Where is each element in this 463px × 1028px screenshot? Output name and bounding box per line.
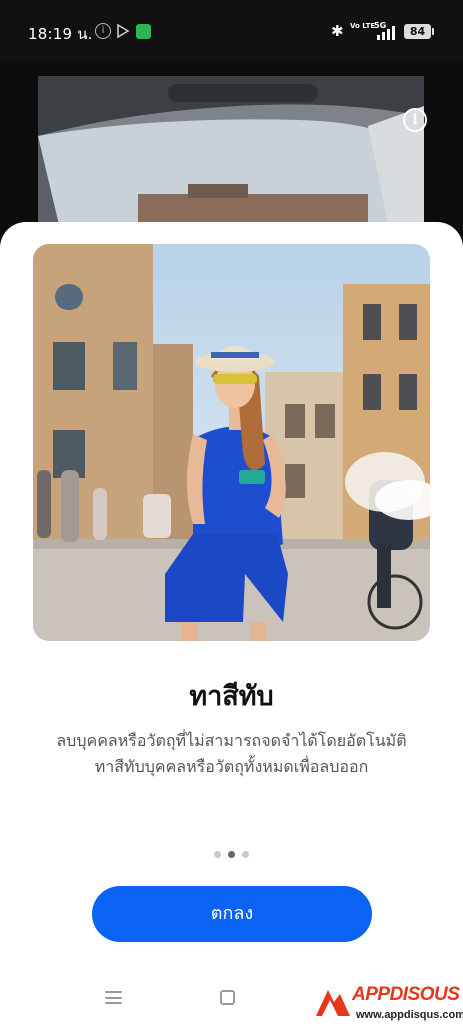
play-store-icon [117,23,130,39]
status-time: 18:19 น. [28,25,93,43]
appdisqus-logo-icon [316,990,350,1016]
status-bar: 18:19 น. i ✱ Vo LTE 5G 84 [0,0,463,62]
battery-indicator: 84 [404,24,434,39]
watermark: APPDISOUS www.appdisqus.com [312,984,463,1024]
watermark-brand: APPDISOUS [352,984,460,1005]
info-button[interactable]: i [403,108,427,132]
network-type-label: 5G [374,21,386,30]
watermark-url: www.appdisqus.com [356,1009,463,1021]
intro-sheet: ทาสีทับ ลบบุคคลหรือวัตถุที่ไม่สามารถจดจำ… [0,222,463,1028]
ok-button[interactable]: ตกลง [92,886,372,942]
woman-street-photo [33,244,430,641]
notification-info-icon: i [95,23,111,39]
description-line-2: ทาสีทับบุคคลหรือวัตถุทั้งหมดเพื่อลบออก [94,757,369,776]
app-notification-icon [136,24,151,39]
home-button[interactable] [220,990,235,1005]
volte-indicator: Vo LTE [350,22,376,30]
page-dot-2 [228,851,235,858]
description-line-1: ลบบุคคลหรือวัตถุที่ไม่สามารถจดจำได้โดยอั… [56,731,407,750]
feature-title: ทาสีทับ [189,681,274,712]
bluetooth-icon: ✱ [331,22,344,40]
page-dot-3 [242,851,249,858]
page-dot-1 [214,851,221,858]
recent-apps-button[interactable] [105,991,122,1004]
preview-photo [38,76,424,246]
feature-description: ลบบุคคลหรือวัตถุที่ไม่สามารถจดจำได้โดยอั… [20,728,443,780]
page-indicator [0,851,463,858]
camera-preview: i [0,62,463,246]
hero-image [33,244,430,641]
signal-5g-icon: 5G [374,21,395,40]
